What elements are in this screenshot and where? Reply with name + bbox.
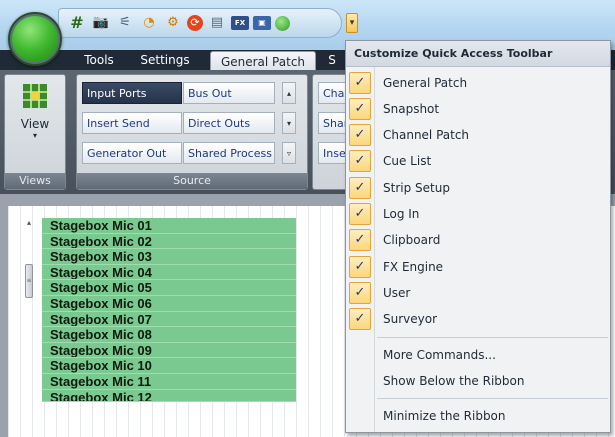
menu-item-show-below-ribbon[interactable]: Show Below the Ribbon	[346, 368, 610, 394]
menu-item-user[interactable]: ✓ User	[346, 280, 610, 306]
menu-item-snapshot[interactable]: ✓ Snapshot	[346, 96, 610, 122]
menu-item-label: Surveyor	[383, 312, 438, 326]
snapshot-icon[interactable]: 📷	[91, 13, 111, 33]
checkmark-icon: ✓	[349, 98, 371, 120]
menu-item-channel-patch[interactable]: ✓ Channel Patch	[346, 122, 610, 148]
menu-item-label: More Commands...	[383, 348, 496, 362]
tab-general-patch[interactable]: General Patch	[210, 51, 316, 71]
menu-item-surveyor[interactable]: ✓ Surveyor	[346, 306, 610, 332]
list-item[interactable]: Stagebox Mic 06	[42, 295, 296, 312]
channel-list-scrollbar[interactable]: ▴ ≡	[23, 214, 35, 437]
grid-view-icon	[23, 84, 47, 108]
checkmark-icon: ✓	[349, 72, 371, 94]
gallery-scroll-down-button[interactable]: ▾	[282, 112, 296, 134]
checkmark-icon: ✓	[349, 282, 371, 304]
checkmark-icon: ✓	[349, 308, 371, 330]
checkmark-icon: ✓	[349, 256, 371, 278]
chevron-down-icon: ▾	[32, 131, 37, 140]
general-patch-icon[interactable]: #	[67, 13, 87, 33]
list-item[interactable]: Stagebox Mic 01	[42, 218, 296, 234]
application-orb-button[interactable]	[8, 12, 62, 66]
menu-item-label: FX Engine	[383, 260, 444, 274]
menu-item-label: Log In	[383, 207, 420, 221]
menu-item-label: Snapshot	[383, 102, 440, 116]
views-group-caption: Views	[5, 173, 65, 189]
list-item[interactable]: Stagebox Mic 10	[42, 358, 296, 374]
tab-tools[interactable]: Tools	[74, 50, 124, 70]
checkmark-icon: ✓	[349, 203, 371, 225]
scroll-thumb[interactable]: ≡	[25, 264, 33, 298]
menu-item-general-patch[interactable]: ✓ General Patch	[346, 70, 610, 96]
gallery-item-generator-out[interactable]: Generator Out	[82, 142, 182, 164]
menu-separator	[377, 337, 608, 338]
menu-item-label: Show Below the Ribbon	[383, 374, 525, 388]
menu-item-label: Strip Setup	[383, 181, 450, 195]
source-gallery: Input Ports Bus Out Insert Send Direct O…	[82, 82, 310, 174]
menu-item-minimize-ribbon[interactable]: Minimize the Ribbon	[346, 403, 610, 429]
menu-item-strip-setup[interactable]: ✓ Strip Setup	[346, 175, 610, 201]
customize-qat-dropdown-button[interactable]: ▾	[346, 13, 358, 33]
quick-access-toolbar: # 📷 ⚟ ◔ ⚙ ⟳ ▤ FX ▣	[58, 8, 342, 38]
channel-patch-icon[interactable]: ⚟	[115, 13, 135, 33]
view-button[interactable]: View ▾	[9, 79, 61, 165]
gallery-more-button[interactable]: ▿	[282, 142, 296, 164]
strip-setup-icon[interactable]: ⚙	[163, 13, 183, 33]
tab-settings[interactable]: Settings	[134, 50, 196, 70]
menu-item-more-commands[interactable]: More Commands...	[346, 342, 610, 368]
list-item[interactable]: Stagebox Mic 04	[42, 264, 296, 281]
fx-engine-icon[interactable]: FX	[231, 16, 249, 30]
checkmark-icon: ✓	[349, 124, 371, 146]
menu-item-label: General Patch	[383, 76, 468, 90]
list-item[interactable]: Stagebox Mic 05	[42, 280, 296, 296]
menu-item-fx-engine[interactable]: ✓ FX Engine	[346, 254, 610, 280]
scroll-up-icon[interactable]: ▴	[23, 218, 35, 227]
list-item[interactable]: Stagebox Mic 02	[42, 233, 296, 250]
menu-separator	[377, 398, 608, 399]
gallery-item-shared-process[interactable]: Shared Process	[183, 142, 275, 164]
menu-header: Customize Quick Access Toolbar	[346, 41, 610, 67]
customize-qat-menu: Customize Quick Access Toolbar ✓ General…	[345, 40, 611, 433]
menu-item-clipboard[interactable]: ✓ Clipboard	[346, 227, 610, 253]
surveyor-icon[interactable]	[275, 15, 290, 31]
gallery-item-direct-outs[interactable]: Direct Outs	[183, 112, 275, 134]
source-group-caption: Source	[77, 173, 307, 189]
gallery-item-insert-send[interactable]: Insert Send	[82, 112, 182, 134]
gallery-item-channel-partial[interactable]: Cha	[318, 82, 346, 104]
clipboard-icon[interactable]: ▤	[207, 13, 227, 33]
gallery-item-input-ports[interactable]: Input Ports	[82, 82, 182, 104]
gallery-item-shared-partial[interactable]: Shar	[318, 112, 346, 134]
list-item[interactable]: Stagebox Mic 07	[42, 311, 296, 328]
checkmark-icon: ✓	[349, 150, 371, 172]
checkmark-icon: ✓	[349, 177, 371, 199]
list-item[interactable]: Stagebox Mic 12	[42, 389, 296, 402]
view-button-label: View	[20, 117, 50, 131]
user-icon[interactable]: ▣	[253, 16, 271, 30]
menu-item-label: Minimize the Ribbon	[383, 409, 506, 423]
menu-item-label: Cue List	[383, 154, 432, 168]
gallery-item-insert-partial[interactable]: Inse	[318, 142, 346, 164]
gallery-scroll-up-button[interactable]: ▴	[282, 82, 296, 104]
checkmark-icon: ✓	[349, 229, 371, 251]
list-item[interactable]: Stagebox Mic 03	[42, 249, 296, 265]
menu-item-cue-list[interactable]: ✓ Cue List	[346, 148, 610, 174]
menu-item-log-in[interactable]: ✓ Log In	[346, 201, 610, 227]
list-item[interactable]: Stagebox Mic 11	[42, 373, 296, 390]
menu-item-label: Clipboard	[383, 233, 441, 247]
list-item[interactable]: Stagebox Mic 08	[42, 327, 296, 343]
gallery-item-bus-out[interactable]: Bus Out	[183, 82, 275, 104]
menu-item-label: User	[383, 286, 411, 300]
tab-partial[interactable]: S	[322, 50, 342, 70]
list-item[interactable]: Stagebox Mic 09	[42, 342, 296, 359]
channel-list: Stagebox Mic 01 Stagebox Mic 02 Stagebox…	[42, 218, 296, 402]
views-group: View ▾ Views	[4, 74, 66, 190]
log-in-icon[interactable]: ⟳	[187, 15, 203, 31]
menu-item-label: Channel Patch	[383, 128, 470, 142]
cue-list-icon[interactable]: ◔	[139, 13, 159, 33]
